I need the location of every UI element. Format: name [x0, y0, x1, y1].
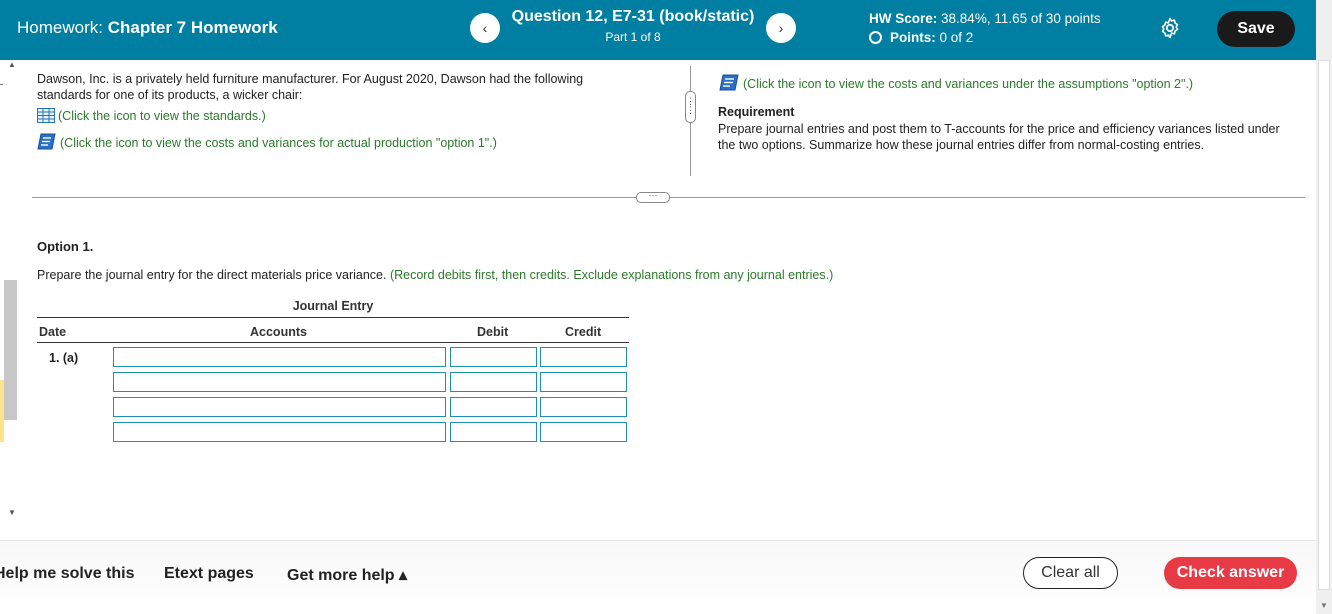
right-scrollbar-thumb[interactable]	[1318, 60, 1330, 590]
points-status-icon	[869, 31, 882, 44]
table-header-rule	[37, 342, 629, 343]
vertical-resize-handle[interactable]: ⋮ ⋮	[685, 91, 696, 123]
option1-link[interactable]: (Click the icon to view the costs and va…	[37, 133, 497, 150]
question-title: Question 12, E7-31 (book/static)	[511, 8, 755, 25]
left-scrollbar-thumb[interactable]	[4, 280, 17, 420]
scroll-highlight-marker	[0, 380, 4, 442]
problem-intro: Dawson, Inc. is a privately held furnitu…	[37, 72, 584, 102]
table-top-rule	[37, 317, 629, 318]
help-me-solve-link[interactable]: Help me solve this	[0, 565, 135, 583]
credit-input-row4[interactable]	[540, 422, 627, 442]
points-value: 0 of 2	[939, 30, 974, 45]
debit-input-row1[interactable]	[450, 347, 537, 367]
option-title: Option 1.	[37, 239, 94, 254]
top-bar: Homework: Chapter 7 Homework ‹ Question …	[0, 0, 1332, 60]
save-button[interactable]: Save	[1217, 11, 1295, 47]
instruction-hint: (Record debits first, then credits. Excl…	[389, 268, 834, 282]
points-label: Points:	[890, 30, 936, 45]
credit-input-row3[interactable]	[540, 397, 627, 417]
gear-icon[interactable]	[1158, 16, 1182, 40]
option2-link[interactable]: (Click the icon to view the costs and va…	[718, 74, 1193, 91]
chevron-left-icon: ‹	[482, 20, 488, 36]
previous-question-button[interactable]: ‹	[470, 13, 500, 43]
option2-link-label: (Click the icon to view the costs and va…	[743, 77, 1194, 91]
hw-score-value: 38.84%, 11.65 of 30 points	[941, 11, 1101, 26]
standards-link[interactable]: (Click the icon to view the standards.)	[37, 108, 266, 123]
debit-input-row2[interactable]	[450, 372, 537, 392]
homework-name: Chapter 7 Homework	[107, 18, 278, 37]
account-input-row3[interactable]	[113, 397, 446, 417]
account-input-row4[interactable]	[113, 422, 446, 442]
column-header-date: Date	[39, 325, 67, 339]
debit-input-row3[interactable]	[450, 397, 537, 417]
column-header-accounts: Accounts	[250, 325, 307, 339]
requirement-text: Prepare journal entries and post them to…	[718, 122, 1280, 152]
debit-input-row4[interactable]	[450, 422, 537, 442]
column-header-credit: Credit	[565, 325, 602, 339]
homework-title: Homework: Chapter 7 Homework	[17, 18, 278, 38]
account-input-row1[interactable]	[113, 347, 446, 367]
document-icon	[719, 74, 739, 91]
scroll-down-arrow-icon[interactable]: ▼	[8, 508, 16, 517]
question-part: Part 1 of 8	[605, 30, 661, 44]
journal-entry-title: Journal Entry	[292, 299, 374, 313]
next-question-button[interactable]: ›	[766, 13, 796, 43]
requirement-heading: Requirement	[718, 105, 795, 119]
etext-pages-link[interactable]: Etext pages	[164, 565, 254, 583]
homework-label: Homework:	[17, 18, 103, 37]
scroll-mark	[0, 84, 3, 85]
option1-link-label: (Click the icon to view the costs and va…	[60, 136, 497, 150]
hw-score: HW Score: 38.84%, 11.65 of 30 points	[869, 11, 1101, 26]
document-icon	[37, 133, 56, 150]
table-grid-icon	[37, 108, 55, 123]
chevron-right-icon: ›	[778, 20, 784, 36]
horizontal-resize-handle[interactable]: ⋯	[636, 191, 670, 203]
right-scrollbar[interactable]: ▼	[1316, 0, 1332, 614]
scroll-up-arrow-icon[interactable]: ▲	[8, 60, 16, 69]
question-instruction: Prepare the journal entry for the direct…	[37, 268, 833, 282]
get-more-help-link[interactable]: Get more help ▴	[287, 565, 407, 585]
hw-score-label: HW Score:	[869, 11, 938, 26]
standards-link-label: (Click the icon to view the standards.)	[58, 109, 266, 123]
instruction-text: Prepare the journal entry for the direct…	[37, 268, 387, 282]
account-input-row2[interactable]	[113, 372, 446, 392]
entry-date: 1. (a)	[49, 351, 79, 365]
check-answer-button[interactable]: Check answer	[1164, 557, 1297, 589]
scroll-down-arrow-icon[interactable]: ▼	[1320, 601, 1328, 610]
clear-all-button[interactable]: Clear all	[1023, 557, 1118, 589]
credit-input-row2[interactable]	[540, 372, 627, 392]
column-header-debit: Debit	[477, 325, 509, 339]
credit-input-row1[interactable]	[540, 347, 627, 367]
question-points: Points: 0 of 2	[869, 30, 973, 45]
